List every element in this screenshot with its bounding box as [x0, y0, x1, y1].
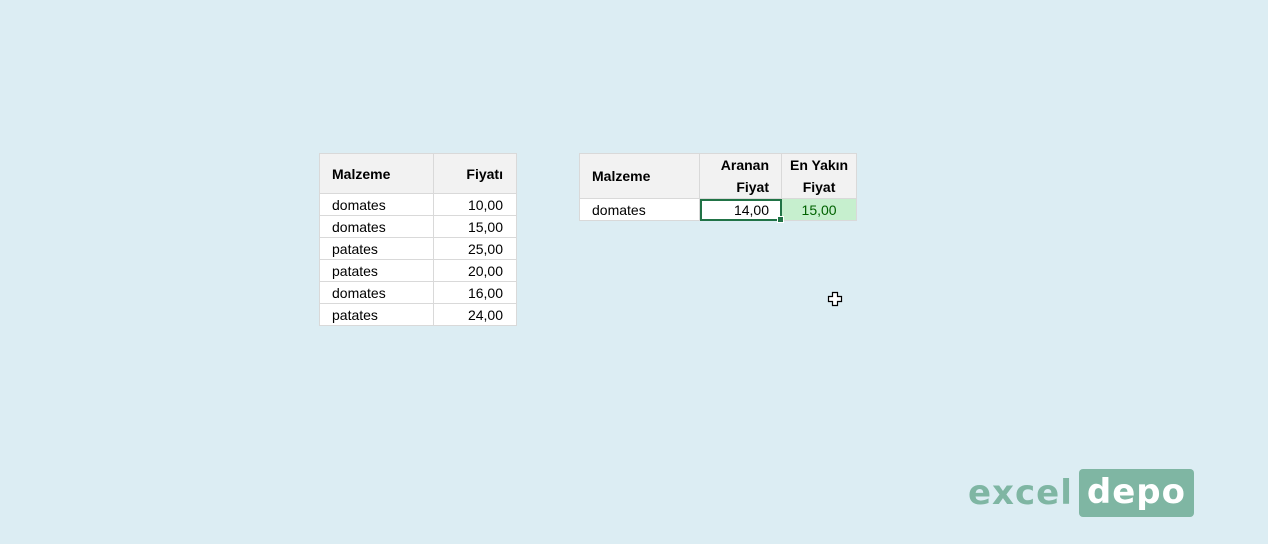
cell-fiyat[interactable]: 10,00 [433, 193, 517, 216]
header-aranan-line1: Aranan [720, 157, 769, 173]
header-enyakin-line2: Fiyat [802, 179, 836, 195]
header-malzeme[interactable]: Malzeme [579, 153, 700, 199]
cell-fiyat[interactable]: 24,00 [433, 303, 517, 326]
cell-fiyat[interactable]: 25,00 [433, 237, 517, 260]
table-row: patates 20,00 [319, 259, 517, 282]
table-row: domates 15,00 [319, 215, 517, 238]
cell-malzeme[interactable]: domates [319, 281, 434, 304]
cell-aranan-fiyat-selected[interactable]: 14,00 [699, 198, 784, 223]
cell-fiyat[interactable]: 15,00 [433, 215, 517, 238]
table-row: patates 24,00 [319, 303, 517, 326]
header-aranan-line2: Fiyat [736, 179, 769, 195]
cell-malzeme[interactable]: domates [319, 215, 434, 238]
cell-aranan-value: 14,00 [733, 201, 769, 218]
fill-handle[interactable] [777, 216, 784, 223]
header-fiyati[interactable]: Fiyatı [433, 153, 517, 194]
table-row: domates 14,00 15,00 [579, 198, 858, 223]
header-malzeme[interactable]: Malzeme [319, 153, 434, 194]
exceldepo-logo: excel depo [968, 469, 1194, 517]
table-header-row: Malzeme Fiyatı [319, 153, 517, 194]
lookup-source-table: Malzeme Fiyatı domates 10,00 domates 15,… [319, 153, 517, 326]
cell-fiyat[interactable]: 16,00 [433, 281, 517, 304]
cell-select-cross-cursor-icon [827, 291, 843, 307]
table-header-row: Malzeme Aranan Fiyat En Yakın Fiyat [579, 153, 858, 199]
table-row: domates 16,00 [319, 281, 517, 304]
table-row: domates 10,00 [319, 193, 517, 216]
cell-fiyat[interactable]: 20,00 [433, 259, 517, 282]
header-aranan-fiyat[interactable]: Aranan Fiyat [699, 153, 782, 199]
header-en-yakin-fiyat[interactable]: En Yakın Fiyat [780, 153, 858, 199]
cell-malzeme[interactable]: patates [319, 303, 434, 326]
cell-en-yakin-fiyat[interactable]: 15,00 [780, 198, 858, 221]
header-enyakin-line1: En Yakın [790, 157, 849, 173]
cell-malzeme[interactable]: domates [579, 198, 700, 221]
lookup-result-table: Malzeme Aranan Fiyat En Yakın Fiyat doma… [579, 153, 858, 223]
logo-excel-text: excel [968, 473, 1073, 513]
cell-malzeme[interactable]: patates [319, 259, 434, 282]
logo-depo-text: depo [1078, 469, 1194, 517]
table-row: patates 25,00 [319, 237, 517, 260]
cell-malzeme[interactable]: domates [319, 193, 434, 216]
cell-malzeme[interactable]: patates [319, 237, 434, 260]
